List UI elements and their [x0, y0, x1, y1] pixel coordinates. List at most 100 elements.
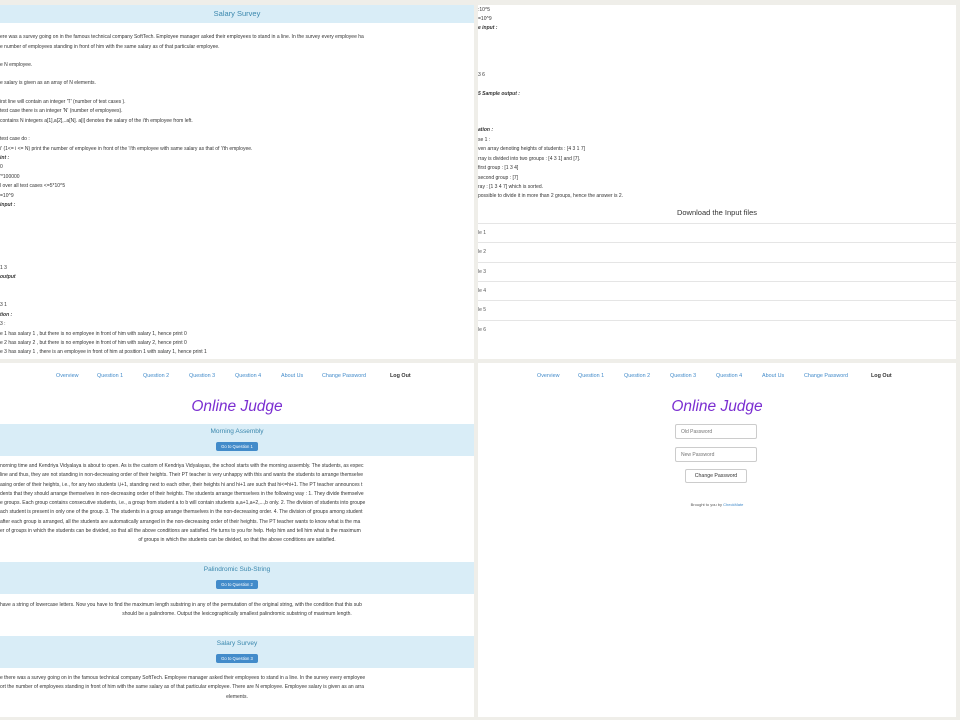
- question-1-description: norning time and Kendriya Vidyalaya is a…: [0, 462, 474, 546]
- description-line: have a string of lowercase letters. Now …: [0, 602, 362, 608]
- description-line: norning time and Kendriya Vidyalaya is a…: [0, 463, 364, 469]
- question-2-title: Palindromic Sub-String: [203, 566, 271, 573]
- statement-line: possible to divide it in more than 2 gro…: [478, 193, 624, 199]
- nav-question-4[interactable]: Question 4: [716, 373, 742, 379]
- nav-change-password[interactable]: Change Password: [322, 373, 366, 379]
- question-2-description: have a string of lowercase letters. Now …: [0, 601, 474, 620]
- nav-overview[interactable]: Overview: [56, 373, 78, 379]
- statement-line: int :: [0, 155, 10, 161]
- description-line: ort the number of employees standing in …: [0, 684, 364, 691]
- question-3-description: e there was a survey going on in the fam…: [0, 674, 474, 702]
- nav-question-1[interactable]: Question 1: [578, 373, 604, 379]
- nav-overview[interactable]: Overview: [537, 373, 559, 379]
- description-line: dents that they should arrange themselve…: [0, 490, 364, 497]
- checkmate-link[interactable]: CheckMate: [723, 502, 743, 507]
- statement-line: i' (1<= i <= N) print the number of empl…: [0, 146, 253, 152]
- top-nav: Overview Question 1 Question 2 Question …: [478, 373, 956, 385]
- nav-question-3[interactable]: Question 3: [189, 373, 215, 379]
- go-to-question-1-button[interactable]: Go to Question 1: [216, 442, 258, 451]
- statement-line: l over all test cases <=5*10^5: [0, 183, 66, 189]
- go-to-question-3-button[interactable]: Go to Question 3: [216, 654, 258, 663]
- statement-line: ven array denoting heights of students :…: [478, 146, 586, 152]
- description-line: er of groups in which the students can b…: [0, 528, 361, 535]
- statement-line: e input :: [478, 25, 498, 31]
- problem-title: Salary Survey: [0, 5, 474, 23]
- description-line: ach student is present in only one of th…: [0, 509, 363, 516]
- nav-about-us[interactable]: About Us: [762, 373, 784, 379]
- statement-line: 5 Sample output :: [478, 91, 520, 97]
- nav-question-4[interactable]: Question 4: [235, 373, 261, 379]
- statement-line: '*100000: [0, 174, 20, 180]
- statement-line: tion :: [0, 312, 13, 318]
- nav-logout[interactable]: Log Out: [390, 373, 411, 379]
- site-title: Online Judge: [671, 398, 763, 415]
- statement-line: e number of employees standing in front …: [0, 44, 220, 50]
- question-3-header: Salary Survey Go to Question 3: [0, 636, 474, 668]
- statement-line: test case do :: [0, 136, 30, 142]
- site-title: Online Judge: [191, 398, 283, 415]
- download-file-link[interactable]: le 6: [478, 319, 956, 340]
- statement-line: e 1 has salary 1 , but there is no emplo…: [0, 331, 187, 337]
- nav-change-password[interactable]: Change Password: [804, 373, 848, 379]
- nav-logout[interactable]: Log Out: [871, 373, 892, 379]
- statement-line: =10^9: [0, 193, 14, 199]
- statement-line: :10^5: [478, 7, 491, 13]
- description-line: after each group is arranged, all the st…: [0, 518, 361, 525]
- problem-statement-downloads-panel: :10^5 =10^9 e input : 3 6 5 Sample output : a…: [478, 5, 956, 359]
- statement-line: 0: [0, 164, 3, 170]
- download-file-link[interactable]: le 1: [478, 223, 956, 243]
- nav-about-us[interactable]: About Us: [281, 373, 303, 379]
- statement-line: e salary is given as an array of N eleme…: [0, 80, 96, 86]
- statement-line: irst line will contain an integer 'T' (n…: [0, 99, 126, 105]
- download-input-files-title: Download the Input files: [676, 208, 758, 217]
- statement-line: =10^9: [478, 16, 492, 22]
- statement-line: input :: [0, 202, 16, 208]
- salary-survey-statement-panel: Salary Survey ere was a survey going on …: [0, 5, 474, 359]
- statement-line: ere was a survey going on in the famous …: [0, 34, 364, 40]
- question-2-header: Palindromic Sub-String Go to Question 2: [0, 562, 474, 594]
- nav-question-2[interactable]: Question 2: [143, 373, 169, 379]
- download-file-link[interactable]: le 2: [478, 242, 956, 262]
- statement-line: rray is divided into two groups : [4 3 1…: [478, 156, 581, 162]
- go-to-question-2-button[interactable]: Go to Question 2: [216, 580, 258, 589]
- description-line: line and thus, they are not standing in …: [0, 472, 364, 479]
- description-line: e there was a survey going on in the fam…: [0, 675, 366, 681]
- statement-line: e 2 has salary 2 , but there is no emplo…: [0, 340, 187, 346]
- question-3-title: Salary Survey: [216, 640, 258, 647]
- download-file-link[interactable]: le 3: [478, 261, 956, 282]
- statement-line: ation :: [478, 127, 493, 133]
- description-line: elements.: [226, 693, 248, 700]
- question-1-title: Morning Assembly: [210, 428, 264, 435]
- statement-line: 3 :: [0, 321, 6, 327]
- description-line: asing order of their heights, i.e., for …: [0, 481, 363, 488]
- statement-line: 3 1: [0, 302, 7, 308]
- statement-line: e 3 has salary 1 , there is an employee …: [0, 349, 207, 355]
- statement-line: 1 3: [0, 265, 7, 271]
- footer-credit: Brought to you by CheckMate: [478, 502, 956, 507]
- nav-question-1[interactable]: Question 1: [97, 373, 123, 379]
- nav-question-3[interactable]: Question 3: [670, 373, 696, 379]
- statement-line: e N employee.: [0, 62, 33, 68]
- description-line: should be a palindrome. Output the lexic…: [122, 611, 352, 618]
- statement-line: 3 6: [478, 72, 485, 78]
- question-1-header: Morning Assembly Go to Question 1: [0, 424, 474, 456]
- change-password-page-panel: Overview Question 1 Question 2 Question …: [478, 363, 956, 717]
- statement-line: contains N integers a[1],a[2],..a[N]. a[…: [0, 118, 193, 124]
- description-line: of groups in which the students can be d…: [138, 537, 336, 544]
- download-file-link[interactable]: le 5: [478, 300, 956, 320]
- statement-line: first group : [1 3 4]: [478, 165, 519, 171]
- footer-credit-text: Brought to you by: [690, 502, 724, 507]
- statement-line: se 1 :: [478, 137, 491, 143]
- nav-question-2[interactable]: Question 2: [624, 373, 650, 379]
- old-password-input[interactable]: [675, 424, 757, 439]
- statement-line: second group : [7]: [478, 175, 519, 181]
- statement-line: test case there is an integer 'N' (numbe…: [0, 108, 123, 114]
- overview-page-panel: Overview Question 1 Question 2 Question …: [0, 363, 474, 717]
- statement-line: output: [0, 274, 16, 280]
- change-password-button[interactable]: Change Password: [685, 469, 747, 483]
- top-nav: Overview Question 1 Question 2 Question …: [0, 373, 474, 385]
- statement-line: ray : [1 3 4 7] which is sorted.: [478, 184, 544, 190]
- new-password-input[interactable]: [675, 447, 757, 462]
- download-file-link[interactable]: le 4: [478, 280, 956, 301]
- description-line: e groups. Each group contains consecutiv…: [0, 500, 366, 507]
